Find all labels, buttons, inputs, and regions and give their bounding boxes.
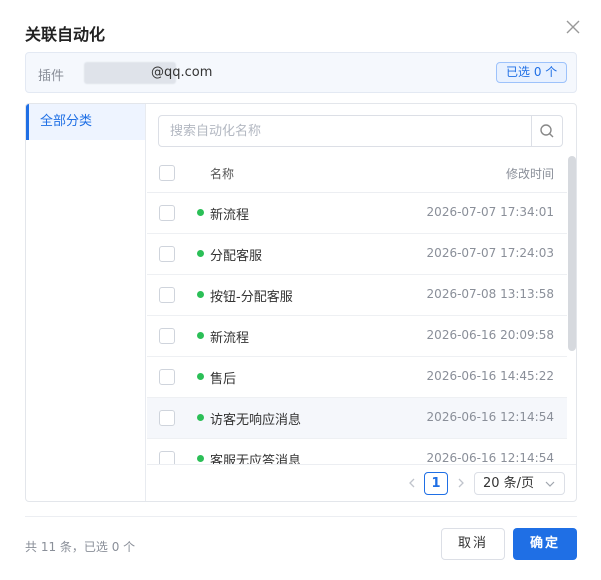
- dialog-title: 关联自动化: [25, 25, 106, 44]
- row-name: 访客无响应消息: [210, 413, 302, 428]
- search-button[interactable]: [531, 116, 562, 146]
- confirm-button[interactable]: 确定: [513, 528, 577, 560]
- prev-page-button[interactable]: [405, 474, 419, 492]
- column-header-modified-time: 修改时间: [505, 167, 554, 181]
- column-header-name: 名称: [210, 167, 235, 181]
- search-input[interactable]: [159, 116, 531, 146]
- scrollbar-thumb[interactable]: [568, 156, 576, 351]
- table-row[interactable]: 分配客服 2026-07-07 17:24:03: [147, 234, 567, 275]
- page-number-current[interactable]: 1: [424, 472, 448, 495]
- row-time: 2026-07-07 17:24:03: [426, 246, 554, 260]
- status-dot: [197, 332, 204, 339]
- row-time: 2026-06-16 14:45:22: [426, 369, 554, 383]
- footer-divider: [25, 516, 577, 517]
- search-box: [158, 115, 563, 147]
- status-dot: [197, 455, 204, 462]
- row-time: 2026-06-16 12:14:54: [426, 410, 554, 424]
- status-dot: [197, 291, 204, 298]
- search-icon: [540, 124, 554, 138]
- row-checkbox[interactable]: [159, 205, 175, 221]
- row-checkbox[interactable]: [159, 369, 175, 385]
- chevron-right-icon: [458, 478, 464, 488]
- row-checkbox[interactable]: [159, 410, 175, 426]
- next-page-button[interactable]: [454, 474, 468, 492]
- row-name: 分配客服: [210, 249, 263, 264]
- status-dot: [197, 209, 204, 216]
- chevron-left-icon: [409, 478, 415, 488]
- row-time: 2026-06-16 20:09:58: [426, 328, 554, 342]
- table-row[interactable]: 客服无应答消息 2026-06-16 12:14:54: [147, 439, 567, 464]
- chevron-down-icon: [545, 481, 555, 487]
- page-size-select[interactable]: 20 条/页: [474, 472, 565, 495]
- sidebar-item-all-categories[interactable]: 全部分类: [26, 104, 145, 140]
- table-row[interactable]: 按钮-分配客服 2026-07-08 13:13:58: [147, 275, 567, 316]
- table-row[interactable]: 售后 2026-06-16 14:45:22: [147, 357, 567, 398]
- table-row[interactable]: 新流程 2026-07-07 17:34:01: [147, 193, 567, 234]
- table-row[interactable]: 新流程 2026-06-16 20:09:58: [147, 316, 567, 357]
- plugin-label: 插件: [38, 69, 65, 84]
- category-sidebar: 全部分类: [26, 104, 146, 501]
- associate-automation-dialog: 关联自动化 插件 @qq.com 已选 0 个 全部分类 名称 修改时间: [0, 0, 601, 580]
- row-name: 售后: [210, 372, 237, 387]
- row-time: 2026-06-16 12:14:54: [426, 451, 554, 464]
- row-name: 新流程: [210, 331, 250, 346]
- table-row[interactable]: 访客无响应消息 2026-06-16 12:14:54: [147, 398, 567, 439]
- plugin-bar: 插件 @qq.com 已选 0 个: [25, 52, 577, 93]
- row-checkbox[interactable]: [159, 328, 175, 344]
- status-dot: [197, 414, 204, 421]
- page-size-value: 20 条/页: [483, 476, 535, 491]
- status-dot: [197, 250, 204, 257]
- row-checkbox[interactable]: [159, 451, 175, 464]
- row-checkbox[interactable]: [159, 287, 175, 303]
- row-name: 按钮-分配客服: [210, 290, 293, 305]
- footer-summary: 共 11 条，已选 0 个: [25, 540, 136, 554]
- close-icon[interactable]: [564, 18, 582, 36]
- table-header: 名称 修改时间: [147, 153, 567, 193]
- select-all-checkbox[interactable]: [159, 165, 175, 181]
- automation-panel: 全部分类 名称 修改时间 新流程 2026-07-07 17:34:01: [25, 103, 577, 502]
- pager-divider: [147, 464, 576, 465]
- selected-count-badge: 已选 0 个: [496, 62, 568, 83]
- row-checkbox[interactable]: [159, 246, 175, 262]
- table-scrollbar[interactable]: [567, 153, 576, 464]
- plugin-email: @qq.com: [151, 65, 213, 80]
- row-name: 客服无应答消息: [210, 454, 302, 464]
- automation-table: 名称 修改时间 新流程 2026-07-07 17:34:01 分配客服 202…: [147, 153, 567, 464]
- row-time: 2026-07-07 17:34:01: [426, 205, 554, 219]
- cancel-button[interactable]: 取消: [441, 528, 505, 560]
- row-time: 2026-07-08 13:13:58: [426, 287, 554, 301]
- status-dot: [197, 373, 204, 380]
- row-name: 新流程: [210, 208, 250, 223]
